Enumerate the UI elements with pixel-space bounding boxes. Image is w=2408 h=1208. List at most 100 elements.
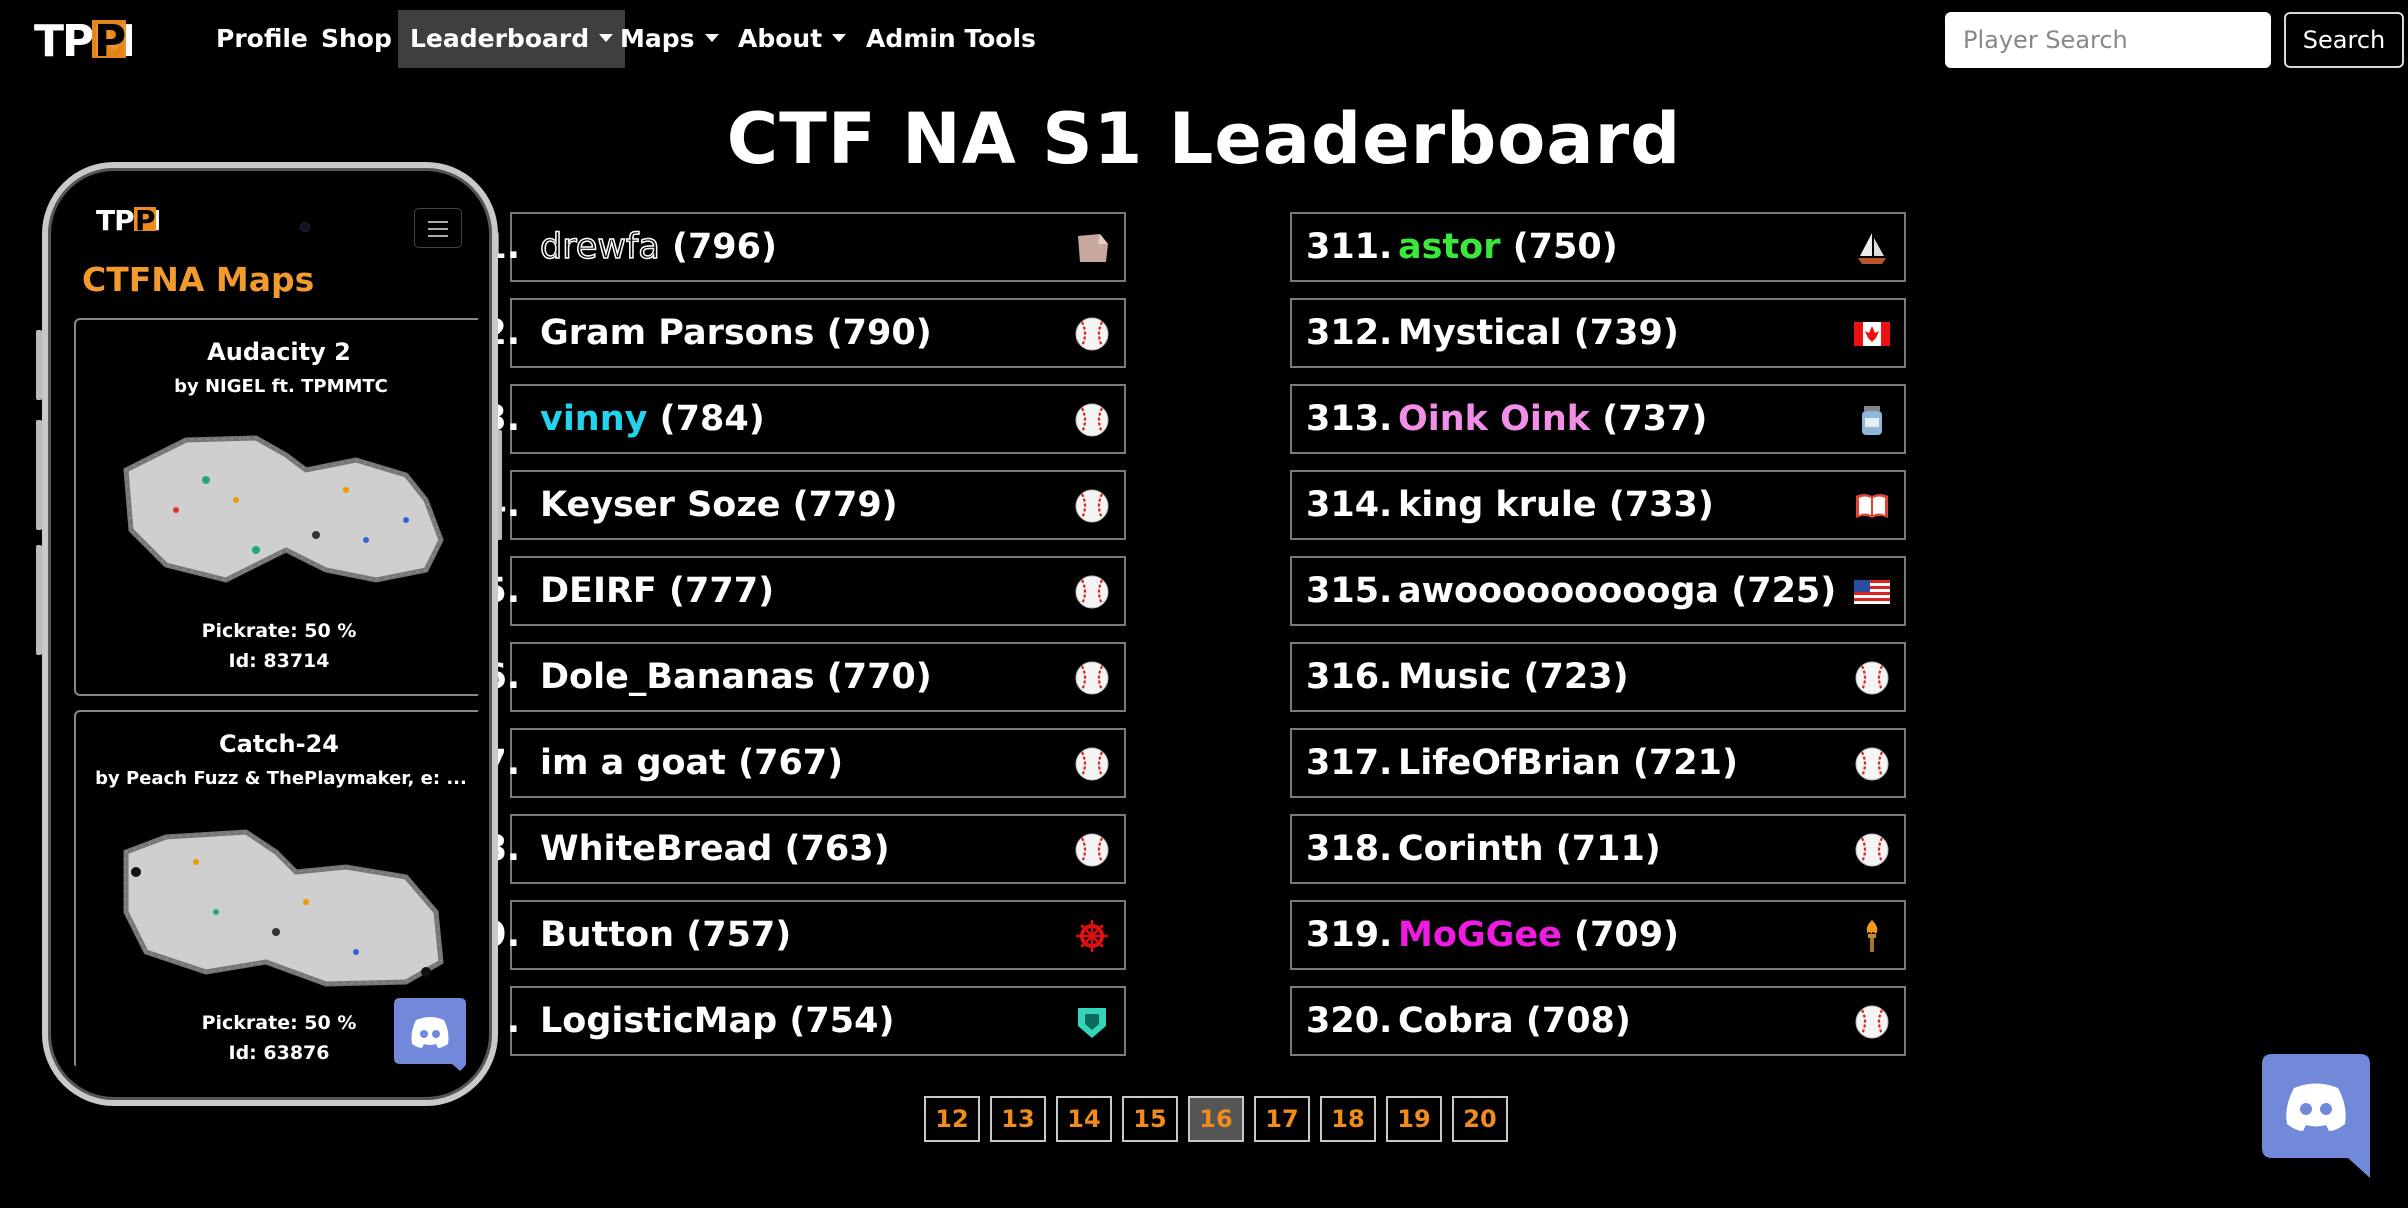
leaderboard-row[interactable]: 6. Dole_Bananas (770) (482, 642, 1126, 712)
book-icon (1854, 488, 1890, 524)
leaderboard-entry: 5. DEIRF (777) (482, 558, 774, 624)
player-name[interactable]: WhiteBread (540, 829, 772, 869)
leaderboard-row[interactable]: 314. king krule (733) (1290, 470, 1906, 540)
tpm-logo[interactable]: TPM P (34, 16, 182, 62)
player-name[interactable]: Cobra (1398, 1001, 1514, 1041)
player-name[interactable]: Mystical (1398, 313, 1562, 353)
nav-leaderboard-label: Leaderboard (410, 24, 590, 53)
map-pickrate: Pickrate: 50 % (201, 620, 357, 642)
player-name[interactable]: Oink Oink (1398, 399, 1590, 439)
player-name[interactable]: Corinth (1398, 829, 1544, 869)
page-button[interactable]: 13 (990, 1096, 1046, 1142)
page-button-current[interactable]: 16 (1188, 1096, 1244, 1142)
player-name[interactable]: Music (1398, 657, 1511, 697)
torch-icon (1854, 918, 1890, 954)
player-name[interactable]: drewfa (539, 226, 660, 268)
player-name[interactable]: Dole_Bananas (540, 657, 815, 697)
nav-profile[interactable]: Profile (204, 10, 320, 68)
baseball-icon (1854, 660, 1890, 696)
leaderboard-entry: . LogisticMap (754) (482, 988, 895, 1054)
player-score: (796) (671, 227, 778, 267)
page-button[interactable]: 18 (1320, 1096, 1376, 1142)
leaderboard-row[interactable]: 5. DEIRF (777) (482, 556, 1126, 626)
map-author: by Peach Fuzz & ThePlaymaker, e: ... (95, 768, 467, 789)
leaderboard-row[interactable]: 1. drewfa (796) (482, 212, 1126, 282)
map-card[interactable]: Audacity 2 by NIGEL ft. TPMMTC Pickrate:… (74, 318, 478, 696)
map-preview-image (123, 829, 444, 987)
leaderboard-row[interactable]: 313. Oink Oink (737) (1290, 384, 1906, 454)
player-name[interactable]: DEIRF (540, 571, 657, 611)
player-score: (767) (738, 743, 844, 783)
leaderboard-row[interactable]: 316. Music (723) (1290, 642, 1906, 712)
player-score: (737) (1602, 399, 1708, 439)
leaderboard-entry: 320. Cobra (708) (1306, 988, 1631, 1054)
page-button[interactable]: 20 (1452, 1096, 1508, 1142)
leaderboard-row[interactable]: 320. Cobra (708) (1290, 986, 1906, 1056)
shield-flair-icon (1074, 1004, 1110, 1040)
leaderboard-row[interactable]: 4.Keyser Soze (779) (482, 470, 1126, 540)
player-name[interactable]: astor (1398, 227, 1501, 267)
nav-leaderboard[interactable]: Leaderboard (398, 10, 626, 68)
pagination: 12 13 14 15 16 17 18 19 20 (924, 1096, 1508, 1142)
leaderboard-row[interactable]: 9. Button (757) (482, 900, 1126, 970)
nav-maps[interactable]: Maps (608, 10, 731, 68)
page-button[interactable]: 12 (924, 1096, 980, 1142)
svg-text:P: P (135, 204, 156, 234)
phone-page-title: CTFNA Maps (82, 260, 315, 299)
discord-icon[interactable] (394, 998, 466, 1076)
player-rank: 319. (1306, 915, 1393, 955)
player-score: (721) (1632, 743, 1738, 783)
leaderboard-row[interactable]: . LogisticMap (754) (507, 986, 1126, 1056)
player-rank: 314. (1306, 485, 1393, 525)
player-score: (723) (1523, 657, 1629, 697)
baseball-icon (1074, 746, 1110, 782)
player-score: (754) (789, 1001, 895, 1041)
leaderboard-entry: 3. vinny (784) (482, 386, 764, 452)
page-button[interactable]: 14 (1056, 1096, 1112, 1142)
leaderboard-row[interactable]: 317. LifeOfBrian (721) (1290, 728, 1906, 798)
leaderboard-entry: 1. drewfa (796) (482, 214, 777, 280)
leaderboard-entry: 317. LifeOfBrian (721) (1306, 730, 1738, 796)
player-name[interactable]: awoooooooooga (1398, 571, 1719, 611)
player-rank: 320. (1306, 1001, 1393, 1041)
player-score: (757) (686, 915, 792, 955)
search-button[interactable]: Search (2284, 12, 2404, 68)
leaderboard-row[interactable]: 312. Mystical (739) (1290, 298, 1906, 368)
player-name[interactable]: Button (540, 915, 674, 955)
nav-shop[interactable]: Shop (309, 10, 404, 68)
player-name[interactable]: MoGGee (1398, 915, 1562, 955)
hamburger-menu-icon[interactable] (414, 208, 462, 248)
leaderboard-row[interactable]: 315. awoooooooooga (725) (1290, 556, 1906, 626)
leaderboard-row[interactable]: 311. astor (750) (1290, 212, 1906, 282)
leaderboard-row[interactable]: 318. Corinth (711) (1290, 814, 1906, 884)
player-name[interactable]: im a goat (540, 743, 726, 783)
leaderboard-row[interactable]: 3. vinny (784) (482, 384, 1126, 454)
map-author: by NIGEL ft. TPMMTC (174, 376, 388, 397)
player-name[interactable]: LifeOfBrian (1398, 743, 1621, 783)
tpm-logo[interactable]: TPM P (96, 204, 192, 234)
player-name[interactable]: vinny (540, 399, 647, 439)
leaderboard-row[interactable]: 8. WhiteBread (763) (482, 814, 1126, 884)
chevron-down-icon (704, 34, 719, 42)
player-name[interactable]: LogisticMap (540, 1001, 777, 1041)
leaderboard-row[interactable]: 2. Gram Parsons (790) (482, 298, 1126, 368)
page-button[interactable]: 17 (1254, 1096, 1310, 1142)
page-button[interactable]: 19 (1386, 1096, 1442, 1142)
baseball-icon (1854, 832, 1890, 868)
player-name[interactable]: Keyser Soze (540, 485, 780, 525)
leaderboard-row[interactable]: 7. im a goat (767) (482, 728, 1126, 798)
player-score: (708) (1525, 1001, 1631, 1041)
player-name[interactable]: Gram Parsons (540, 313, 814, 353)
leaderboard-entry: 9. Button (757) (482, 902, 791, 968)
baseball-icon (1854, 1004, 1890, 1040)
page-button[interactable]: 15 (1122, 1096, 1178, 1142)
sailboat-icon (1854, 230, 1890, 266)
nav-about[interactable]: About (726, 10, 858, 68)
player-name[interactable]: king krule (1398, 485, 1597, 525)
map-name: Catch-24 (219, 730, 339, 758)
discord-icon[interactable] (2262, 1054, 2370, 1178)
nav-admin-tools[interactable]: Admin Tools (854, 10, 1048, 68)
leaderboard-entry: 8. WhiteBread (763) (482, 816, 889, 882)
player-search-input[interactable] (1945, 12, 2271, 68)
leaderboard-row[interactable]: 319. MoGGee (709) (1290, 900, 1906, 970)
